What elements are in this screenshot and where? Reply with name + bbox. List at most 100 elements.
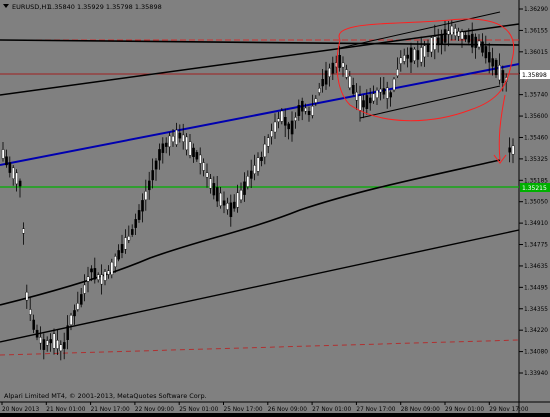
bull-candle: [481, 41, 484, 53]
bear-candle: [379, 88, 382, 93]
bear-candle: [267, 137, 270, 147]
price-axis-label: 1.35740: [524, 93, 548, 99]
bull-candle: [137, 210, 141, 220]
bear-candle: [280, 110, 284, 122]
bear-candle: [511, 145, 515, 155]
bear-candle: [294, 117, 297, 121]
time-axis-label: 20 Nov 2013: [2, 407, 39, 413]
bear-candle: [124, 237, 127, 250]
bear-candle: [498, 65, 501, 81]
bull-candle: [416, 50, 420, 60]
bull-candle: [147, 180, 151, 191]
bear-candle: [236, 192, 240, 208]
bear-candle: [457, 31, 461, 37]
bull-candle: [338, 55, 342, 68]
time-axis-label: 21 Nov 17:00: [91, 407, 130, 413]
bear-candle: [273, 121, 277, 133]
bull-candle: [212, 183, 216, 196]
bull-candle: [284, 117, 287, 126]
bull-candle: [192, 147, 195, 158]
bull-candle: [365, 95, 369, 110]
bull-candle: [488, 52, 491, 63]
bear-candle: [392, 78, 396, 91]
bear-candle: [1, 149, 5, 159]
time-axis-label: 21 Nov 01:00: [46, 407, 85, 413]
price-axis-label: 1.34355: [524, 307, 548, 313]
bull-candle: [120, 244, 124, 253]
bull-candle: [467, 35, 471, 43]
bull-candle: [18, 180, 22, 187]
chart-background: [0, 0, 550, 413]
bear-candle: [314, 98, 318, 103]
price-axis-label: 1.36290: [524, 7, 548, 13]
bull-candle: [117, 250, 120, 260]
bull-candle: [443, 29, 447, 43]
bear-candle: [107, 270, 110, 275]
bear-candle: [219, 192, 223, 206]
time-axis-label: 29 Nov 17:00: [489, 407, 528, 413]
bull-candle: [35, 329, 39, 338]
bull-candle: [331, 62, 335, 74]
bear-candle: [205, 172, 209, 178]
copyright-watermark: Alpari Limited MT4, © 2001-2013, MetaQuo…: [4, 392, 207, 400]
bull-candle: [93, 268, 97, 280]
bear-candle: [202, 162, 206, 171]
price-axis-label: 1.34495: [524, 285, 548, 291]
bull-candle: [32, 319, 35, 330]
bear-candle: [447, 30, 450, 35]
bull-candle: [66, 325, 69, 341]
price-axis-label: 1.35460: [524, 135, 548, 141]
bear-candle: [277, 118, 280, 122]
bear-candle: [403, 55, 406, 62]
chart-window[interactable]: EURUSD,H1 1.35840 1.35929 1.35798 1.3589…: [0, 0, 550, 413]
price-axis-label: 1.34775: [524, 243, 548, 249]
bull-candle: [369, 97, 372, 104]
price-chart[interactable]: EURUSD,H1 1.35840 1.35929 1.35798 1.3589…: [0, 0, 550, 413]
bull-candle: [130, 229, 134, 235]
bull-candle: [222, 200, 226, 206]
bear-candle: [399, 57, 403, 64]
bear-candle: [185, 136, 189, 151]
price-axis-label: 1.33940: [524, 371, 548, 377]
bear-candle: [25, 291, 29, 301]
price-axis-label: 1.34220: [524, 328, 548, 334]
bear-candle: [69, 314, 73, 326]
bull-candle: [352, 85, 355, 94]
bear-candle: [341, 62, 345, 68]
bull-candle: [158, 149, 161, 161]
bull-candle: [508, 147, 512, 153]
bull-candle: [437, 37, 440, 46]
bull-candle: [409, 47, 413, 63]
bear-candle: [59, 344, 63, 352]
price-axis-label: 1.34080: [524, 350, 548, 356]
bull-candle: [471, 33, 474, 48]
bear-candle: [181, 134, 185, 142]
price-axis-label: 1.34635: [524, 264, 548, 270]
bear-candle: [355, 91, 359, 101]
bull-candle: [362, 100, 365, 108]
bear-candle: [11, 167, 15, 179]
time-axis-label: 26 Nov 09:00: [268, 407, 307, 413]
price-axis-label: 1.35600: [524, 114, 548, 120]
bear-candle: [168, 135, 172, 148]
time-axis-label: 25 Nov 01:00: [179, 407, 218, 413]
bear-candle: [433, 36, 437, 50]
bull-candle: [389, 92, 393, 98]
bear-candle: [175, 129, 178, 145]
bear-candle: [348, 75, 352, 89]
bull-candle: [321, 79, 325, 87]
bear-candle: [345, 69, 348, 78]
bull-candle: [301, 100, 304, 112]
bear-candle: [96, 274, 100, 280]
bull-candle: [307, 110, 311, 116]
bear-candle: [127, 236, 131, 241]
price-axis-label: 1.36015: [524, 50, 548, 56]
bull-candle: [79, 294, 83, 305]
bear-candle: [39, 336, 42, 344]
bear-candle: [171, 136, 175, 142]
price-axis-label: 1.34910: [524, 221, 548, 227]
bull-candle: [215, 187, 219, 202]
bull-candle: [229, 202, 233, 218]
bull-candle: [164, 142, 168, 147]
bear-candle: [46, 340, 49, 346]
